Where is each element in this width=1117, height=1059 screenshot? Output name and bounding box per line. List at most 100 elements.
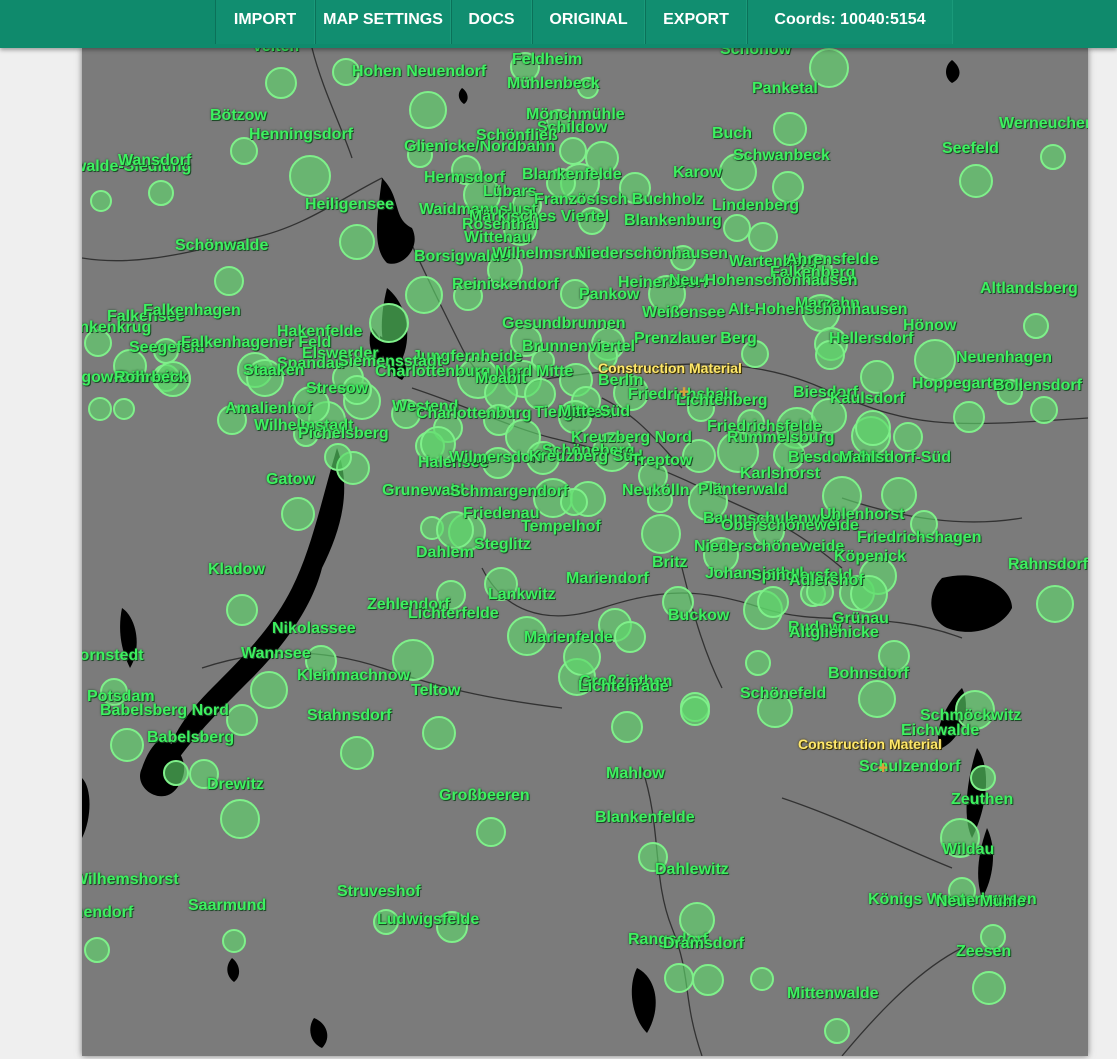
town-label[interactable]: Altglienicke (789, 624, 879, 642)
town-label[interactable]: Lankwitz (488, 586, 556, 604)
town-label[interactable]: Babelsberg (147, 729, 234, 747)
town-label[interactable]: Werneuchen (999, 115, 1088, 133)
town-label[interactable]: Schönefeld (740, 685, 826, 703)
town-label[interactable]: Neu-Hohenschönhausen (669, 272, 857, 290)
town-label[interactable]: Charlottenburg (416, 405, 532, 423)
town-label[interactable]: Schönfließ (476, 127, 558, 145)
town-label[interactable]: Blankenfelde (522, 166, 622, 184)
town-label[interactable]: Lichtenrade (578, 678, 669, 696)
town-label[interactable]: Kleinmachnow (297, 667, 410, 685)
town-label[interactable]: Falkenhagen (143, 302, 241, 320)
town-marker[interactable] (972, 971, 1006, 1005)
town-label[interactable]: Amalienhof (225, 400, 312, 418)
import-button[interactable]: IMPORT (215, 0, 315, 44)
town-label[interactable]: Struveshof (337, 883, 421, 901)
town-marker[interactable] (692, 964, 724, 996)
town-label[interactable]: Brunnenviertel (522, 338, 635, 356)
town-label[interactable]: Schönwalde (175, 237, 268, 255)
town-label[interactable]: Friedrichshagen (857, 529, 981, 547)
town-label[interactable]: Pichelsberg (298, 425, 389, 443)
town-label[interactable]: Blankenburg (624, 212, 722, 230)
town-label[interactable]: Buckow (668, 607, 729, 625)
town-label[interactable]: Rohrbeck (114, 369, 188, 387)
town-marker[interactable] (611, 711, 643, 743)
export-button[interactable]: EXPORT (645, 0, 747, 44)
town-label[interactable]: Mahlow (606, 765, 665, 783)
town-marker[interactable] (893, 422, 923, 452)
town-label[interactable]: Mitte Süd (558, 403, 630, 421)
town-label[interactable]: Bohnsdorf (828, 665, 909, 683)
town-marker[interactable] (226, 594, 258, 626)
town-label[interactable]: Mittenwalde (787, 985, 879, 1003)
town-marker[interactable] (773, 112, 807, 146)
town-label[interactable]: Lichterfelde (408, 605, 499, 623)
town-marker[interactable] (860, 360, 894, 394)
town-marker[interactable] (339, 224, 375, 260)
town-label[interactable]: Nikolassee (272, 620, 356, 638)
town-label[interactable]: Dahlem (416, 544, 474, 562)
town-label[interactable]: Plänterwald (698, 481, 788, 499)
town-label[interactable]: Neue Mühle (936, 893, 1026, 911)
town-label[interactable]: Wannsee (241, 645, 311, 663)
town-label[interactable]: Kreuzberg Süd (529, 448, 643, 466)
town-label[interactable]: Karow (673, 164, 722, 182)
town-label[interactable]: Stresow (306, 380, 368, 398)
town-label[interactable]: Henningsdorf (249, 126, 353, 144)
town-marker[interactable] (148, 180, 174, 206)
town-label[interactable]: Saarmund (188, 897, 266, 915)
town-marker[interactable] (409, 91, 447, 129)
town-marker[interactable] (422, 716, 456, 750)
town-label[interactable]: Wilhelmsruh (492, 245, 588, 263)
town-marker[interactable] (745, 650, 771, 676)
town-marker[interactable] (340, 736, 374, 770)
docs-button[interactable]: DOCS (451, 0, 532, 44)
town-marker[interactable] (953, 401, 985, 433)
town-label[interactable]: Heiligensee (305, 196, 394, 214)
town-marker[interactable] (664, 963, 694, 993)
town-label[interactable]: Mariendorf (566, 570, 649, 588)
town-label[interactable]: Zeesen (956, 943, 1011, 961)
town-label[interactable]: Gesundbrunnen (502, 315, 626, 333)
town-label[interactable]: Bollensdorf (993, 377, 1082, 395)
town-label[interactable]: Mahlsdorf-Süd (839, 449, 951, 467)
town-marker[interactable] (1036, 585, 1074, 623)
town-marker[interactable] (1030, 396, 1058, 424)
town-marker[interactable] (90, 190, 112, 212)
town-marker[interactable] (476, 817, 506, 847)
town-label[interactable]: Gatow (266, 471, 315, 489)
town-marker[interactable] (641, 514, 681, 554)
town-label[interactable]: Velten (252, 48, 299, 56)
original-button[interactable]: ORIGINAL (532, 0, 645, 44)
town-label[interactable]: Ludwigsfelde (377, 911, 479, 929)
town-marker[interactable] (324, 443, 352, 471)
town-label[interactable]: Feldheim (512, 51, 582, 69)
town-label[interactable]: Französisch Buchholz (534, 191, 704, 209)
town-marker[interactable] (858, 680, 896, 718)
town-label[interactable]: Panketal (752, 80, 818, 98)
construction-icon[interactable]: ✚ (679, 386, 691, 398)
town-label[interactable]: Wildau (942, 841, 994, 859)
town-label[interactable]: Buch (712, 125, 752, 143)
town-label[interactable]: Schwanbeck (733, 147, 830, 165)
town-label[interactable]: Hellersdorf (829, 330, 913, 348)
town-marker[interactable] (723, 214, 751, 242)
town-label[interactable]: Reinickendorf (452, 276, 559, 294)
town-marker[interactable] (855, 410, 891, 446)
town-label[interactable]: Lindenberg (712, 197, 799, 215)
town-marker[interactable] (748, 222, 778, 252)
town-marker[interactable] (369, 303, 409, 343)
town-label[interactable]: Wilhemshorst (82, 871, 179, 889)
town-label[interactable]: Oberschöneweide (721, 517, 859, 535)
town-marker[interactable] (824, 1018, 850, 1044)
town-marker[interactable] (680, 696, 710, 726)
town-marker[interactable] (214, 266, 244, 296)
town-marker[interactable] (88, 397, 112, 421)
town-marker[interactable] (110, 728, 144, 762)
town-label[interactable]: Prenzlauer Berg (634, 330, 757, 348)
town-label[interactable]: Kladow (208, 561, 265, 579)
town-marker[interactable] (914, 339, 956, 381)
town-label[interactable]: Neuenhagen (956, 349, 1052, 367)
town-label[interactable]: Tempelhof (521, 518, 601, 536)
town-label[interactable]: Pankow (579, 286, 639, 304)
town-marker[interactable] (614, 621, 646, 653)
